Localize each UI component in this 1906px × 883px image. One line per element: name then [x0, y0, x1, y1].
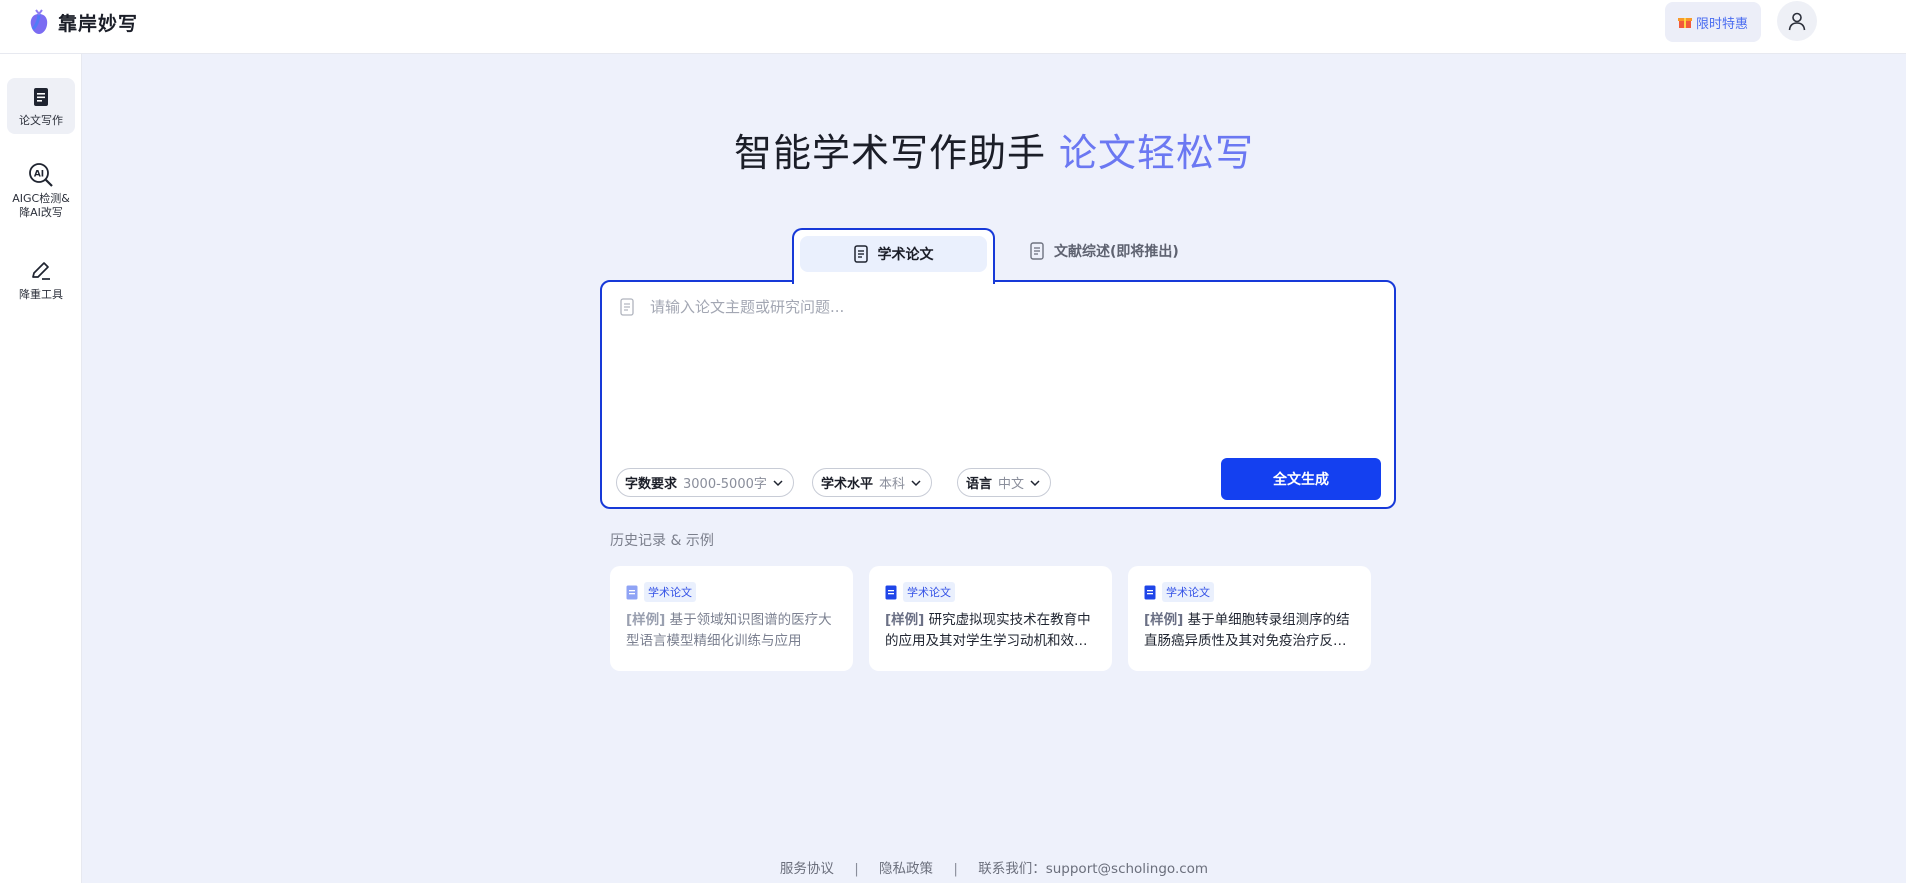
example-prefix: [样例]: [1144, 612, 1184, 628]
language-select[interactable]: 语言 中文: [957, 468, 1052, 497]
option-key: 字数要求: [625, 477, 678, 492]
user-icon: [1788, 12, 1806, 31]
sidebar-item-rewrite-tool[interactable]: 降重工具: [7, 254, 75, 304]
footer-divider: |: [854, 861, 859, 877]
option-value: 本科: [879, 477, 906, 492]
ai-search-icon: AI: [29, 163, 53, 187]
card-title: [样例] 基于单细胞转录组测序的结直肠癌异质性及其对免疫治疗反…: [1144, 610, 1356, 652]
tab-label: 学术论文: [877, 247, 934, 263]
document-icon: [1144, 585, 1156, 599]
logo-icon: [30, 9, 48, 34]
tab-academic-paper[interactable]: 学术论文: [792, 228, 995, 284]
chevron-down-icon: [911, 479, 921, 486]
document-icon: [885, 585, 897, 599]
card-badge: 学术论文: [1162, 582, 1214, 602]
page-title: 智能学术写作助手 论文轻松写: [82, 122, 1906, 177]
history-title: 历史记录 & 示例: [610, 533, 714, 549]
sidebar-item-paper-writing[interactable]: 论文写作: [7, 78, 75, 134]
brand-name: 靠岸妙写: [58, 12, 139, 35]
card-title: [样例] 研究虚拟现实技术在教育中的应用及其对学生学习动机和效…: [885, 610, 1097, 652]
document-outline-icon: [853, 245, 868, 263]
history-card[interactable]: 学术论文 [样例] 研究虚拟现实技术在教育中的应用及其对学生学习动机和效…: [869, 566, 1112, 671]
hero-title: 智能学术写作助手: [733, 131, 1046, 175]
card-badge: 学术论文: [644, 582, 696, 602]
privacy-link[interactable]: 隐私政策: [879, 861, 933, 877]
card-badge: 学术论文: [903, 582, 955, 602]
tab-label: 文献综述(即将推出): [1054, 244, 1179, 260]
history-card[interactable]: 学术论文 [样例] 基于单细胞转录组测序的结直肠癌异质性及其对免疫治疗反…: [1128, 566, 1371, 671]
sidebar-item-aigc-detection[interactable]: AI AIGC检测& 降AI改写: [7, 158, 75, 230]
svg-text:AI: AI: [34, 170, 44, 180]
pen-icon: [32, 262, 50, 280]
document-icon: [34, 88, 48, 106]
topic-input[interactable]: [650, 296, 1370, 416]
word-count-select[interactable]: 字数要求 3000-5000字: [616, 468, 794, 497]
topic-editor: 字数要求 3000-5000字 学术水平 本科 语言 中文 全文生成: [600, 280, 1396, 509]
user-avatar-button[interactable]: [1777, 1, 1817, 41]
top-bar: 靠岸妙写 限时特惠: [0, 0, 1906, 54]
option-value: 中文: [998, 477, 1025, 492]
tab-literature-review[interactable]: 文献综述(即将推出): [1030, 236, 1179, 266]
sidebar-item-label-line2: 降AI改写: [19, 206, 63, 219]
promo-label: 限时特惠: [1695, 16, 1748, 32]
gift-icon: [1677, 18, 1692, 28]
terms-link[interactable]: 服务协议: [780, 861, 834, 877]
history-card[interactable]: 学术论文 [样例] 基于领域知识图谱的医疗大型语言模型精细化训练与应用: [610, 566, 853, 671]
chevron-down-icon: [773, 479, 783, 486]
sidebar-item-label: 论文写作: [19, 114, 63, 127]
generate-button[interactable]: 全文生成: [1221, 458, 1381, 500]
card-title: [样例] 基于领域知识图谱的医疗大型语言模型精细化训练与应用: [626, 610, 838, 652]
contact-link[interactable]: 联系我们：support@scholingo.com: [978, 861, 1208, 877]
example-prefix: [样例]: [885, 612, 925, 628]
footer: 服务协议 | 隐私政策 | 联系我们：support@scholingo.com: [82, 857, 1906, 877]
example-prefix: [样例]: [626, 612, 666, 628]
footer-divider: |: [953, 861, 958, 877]
hero-accent: 论文轻松写: [1059, 131, 1255, 175]
promo-button[interactable]: 限时特惠: [1665, 2, 1761, 42]
sidebar-item-label: 降重工具: [19, 288, 63, 301]
academic-level-select[interactable]: 学术水平 本科: [812, 468, 933, 497]
document-outline-icon: [1030, 242, 1044, 260]
option-key: 学术水平: [821, 477, 874, 492]
option-key: 语言: [966, 477, 993, 492]
option-value: 3000-5000字: [683, 477, 767, 492]
document-outline-icon: [620, 298, 634, 316]
sidebar: 论文写作 AI AIGC检测& 降AI改写 降重工具: [0, 54, 82, 883]
brand-logo[interactable]: 靠岸妙写: [28, 8, 138, 36]
document-icon: [626, 585, 638, 599]
sidebar-item-label-line1: AIGC检测&: [12, 192, 70, 205]
chevron-down-icon: [1030, 479, 1040, 486]
